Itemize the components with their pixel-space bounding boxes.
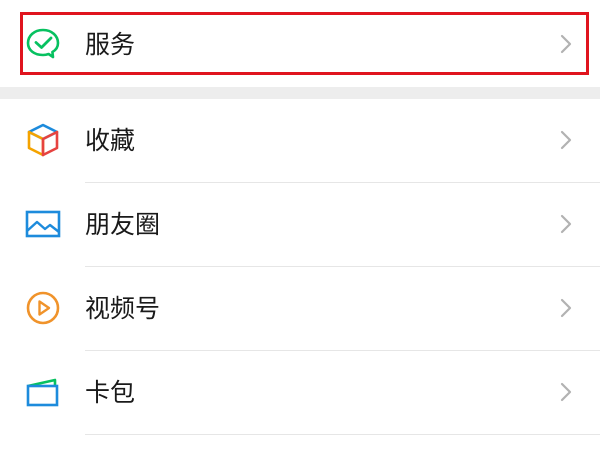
divider [85, 434, 600, 435]
menu-item-card-wallet[interactable]: 卡包 [0, 351, 600, 434]
chevron-right-icon [556, 129, 576, 151]
channels-play-icon [24, 289, 62, 327]
menu-item-moments[interactable]: 朋友圈 [0, 183, 600, 266]
section-separator [0, 87, 600, 99]
chevron-right-icon [556, 213, 576, 235]
favorites-cube-icon [24, 121, 62, 159]
menu-item-label: 视频号 [85, 294, 161, 323]
chevron-right-icon [556, 381, 576, 403]
card-wallet-icon [24, 373, 62, 411]
menu-item-channels[interactable]: 视频号 [0, 267, 600, 350]
menu-item-label: 朋友圈 [85, 210, 161, 239]
menu-item-label: 收藏 [85, 126, 136, 155]
me-menu-page: 服务 收藏 朋友圈 视频号 卡包 [0, 0, 600, 450]
moments-picture-icon [24, 205, 62, 243]
highlight-box [20, 12, 589, 75]
chevron-right-icon [556, 297, 576, 319]
menu-item-favorites[interactable]: 收藏 [0, 99, 600, 182]
menu-item-label: 卡包 [85, 378, 136, 407]
